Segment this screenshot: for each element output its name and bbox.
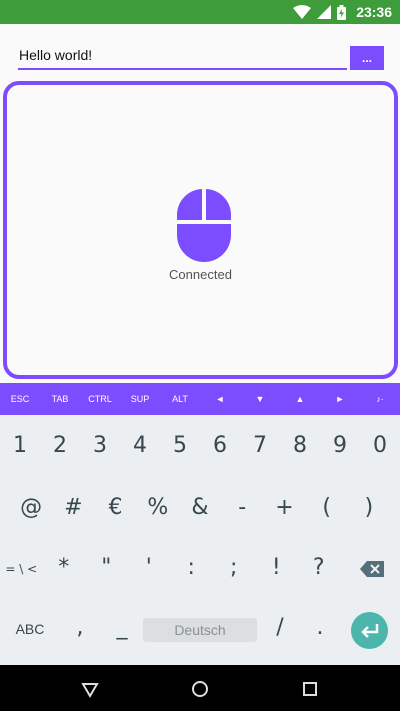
media-key[interactable]: ♪· — [360, 383, 400, 415]
enter-key[interactable] — [351, 612, 388, 649]
key-question[interactable]: ? — [298, 555, 341, 583]
key-comma[interactable]: , — [60, 615, 100, 643]
arrow-right-key[interactable]: ► — [320, 383, 360, 415]
key-7[interactable]: 7 — [240, 433, 280, 458]
back-icon[interactable] — [80, 679, 100, 699]
key-ampersand[interactable]: & — [179, 495, 221, 520]
sup-key[interactable]: SUP — [120, 383, 160, 415]
key-0[interactable]: 0 — [360, 433, 400, 458]
navigation-bar — [0, 665, 400, 711]
status-bar: 23:36 — [0, 0, 400, 24]
key-euro[interactable]: € — [94, 495, 136, 520]
key-9[interactable]: 9 — [320, 433, 360, 458]
status-time: 23:36 — [356, 4, 392, 20]
mouse-icon — [177, 189, 231, 262]
arrow-up-key[interactable]: ▲ — [280, 383, 320, 415]
space-bar[interactable]: Deutsch — [143, 618, 257, 642]
keyboard-row-symbols: @ # € % & - + ( ) — [0, 495, 400, 520]
enter-icon — [360, 623, 378, 638]
touchpad-area[interactable]: Connected — [3, 81, 398, 379]
key-4[interactable]: 4 — [120, 433, 160, 458]
key-period[interactable]: . — [302, 615, 338, 640]
key-1[interactable]: 1 — [0, 433, 40, 458]
esc-key[interactable]: ESC — [0, 383, 40, 415]
key-single-quote[interactable]: ' — [128, 555, 171, 583]
key-more-symbols[interactable]: = \ < — [0, 555, 43, 583]
key-paren-open[interactable]: ( — [306, 495, 348, 520]
arrow-left-key[interactable]: ◄ — [200, 383, 240, 415]
key-hash[interactable]: # — [52, 495, 94, 520]
key-2[interactable]: 2 — [40, 433, 80, 458]
key-underscore[interactable]: _ — [100, 615, 144, 643]
recents-icon[interactable] — [300, 679, 320, 699]
key-abc[interactable]: ABC — [0, 615, 60, 643]
home-icon[interactable] — [190, 679, 210, 699]
key-3[interactable]: 3 — [80, 433, 120, 458]
key-colon[interactable]: : — [170, 555, 213, 583]
tab-key[interactable]: TAB — [40, 383, 80, 415]
wifi-icon — [293, 5, 312, 19]
status-icons: 23:36 — [293, 0, 392, 24]
key-minus[interactable]: - — [221, 495, 263, 520]
key-at[interactable]: @ — [10, 495, 52, 520]
key-semicolon[interactable]: ; — [213, 555, 256, 583]
text-input-row: ... — [0, 36, 400, 76]
key-percent[interactable]: % — [137, 495, 179, 520]
key-plus[interactable]: + — [263, 495, 305, 520]
key-asterisk[interactable]: * — [43, 555, 86, 583]
ctrl-key[interactable]: CTRL — [80, 383, 120, 415]
more-button[interactable]: ... — [350, 46, 384, 70]
keyboard-row-numbers: 1 2 3 4 5 6 7 8 9 0 — [0, 433, 400, 458]
battery-charging-icon — [337, 4, 347, 20]
alt-key[interactable]: ALT — [160, 383, 200, 415]
key-6[interactable]: 6 — [200, 433, 240, 458]
text-input[interactable] — [18, 44, 347, 70]
key-slash[interactable]: / — [262, 615, 298, 640]
backspace-icon[interactable] — [360, 561, 384, 577]
signal-icon — [317, 5, 332, 19]
soft-keyboard: 1 2 3 4 5 6 7 8 9 0 @ # € % & - + ( ) = … — [0, 415, 400, 665]
key-5[interactable]: 5 — [160, 433, 200, 458]
special-keys-row: ESC TAB CTRL SUP ALT ◄ ▼ ▲ ► ♪· — [0, 383, 400, 415]
key-exclamation[interactable]: ! — [255, 555, 298, 583]
arrow-down-key[interactable]: ▼ — [240, 383, 280, 415]
key-8[interactable]: 8 — [280, 433, 320, 458]
key-paren-close[interactable]: ) — [348, 495, 390, 520]
keyboard-row-symbols-2: = \ < * " ' : ; ! ? — [0, 555, 400, 583]
key-double-quote[interactable]: " — [85, 555, 128, 583]
connection-status: Connected — [169, 267, 232, 282]
